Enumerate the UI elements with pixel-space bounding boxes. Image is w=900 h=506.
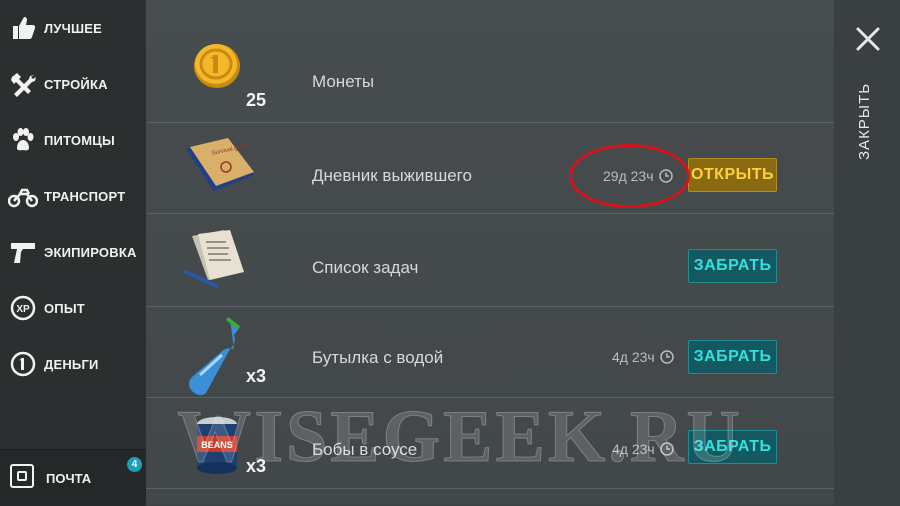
sidebar-item-label: СТРОЙКА (44, 76, 108, 92)
pistol-icon (8, 237, 38, 267)
sidebar-item-label: ОПЫТ (44, 300, 85, 316)
survivor-diary-icon: Survival guide (182, 137, 258, 202)
paw-icon (8, 125, 38, 155)
sidebar-item-experience[interactable]: XP ОПЫТ (8, 290, 144, 326)
beans-can-icon: BEANS (194, 416, 240, 481)
item-title: Бобы в соусе (312, 440, 418, 459)
svg-text:BEANS: BEANS (201, 440, 233, 450)
sidebar-item-label: ЭКИПИРОВКА (44, 244, 137, 260)
sidebar-item-label: ПИТОМЦЫ (44, 132, 115, 148)
list-item: Список задач ЗАБРАТЬ (146, 216, 834, 307)
item-quantity: x3 (246, 456, 267, 476)
sidebar-item-label: ЛУЧШЕЕ (44, 20, 102, 36)
hammer-wrench-icon (8, 69, 38, 99)
task-list-icon (182, 228, 254, 299)
highlight-annotation (569, 144, 690, 208)
sidebar-item-label: ДЕНЬГИ (44, 356, 99, 372)
water-bottle-icon (186, 315, 246, 404)
item-quantity: x3 (246, 366, 267, 386)
list-item: 25 Монеты (146, 32, 834, 123)
item-title: Список задач (312, 258, 419, 277)
claim-button[interactable]: ЗАБРАТЬ (688, 340, 777, 374)
clock-icon (659, 442, 674, 456)
sidebar-item-transport[interactable]: ТРАНСПОРТ (8, 178, 144, 214)
mail-label: ПОЧТА (46, 471, 92, 486)
mail-button[interactable]: ПОЧТА (0, 449, 146, 506)
xp-icon: XP (8, 293, 38, 323)
sidebar-item-equipment[interactable]: ЭКИПИРОВКА (8, 234, 144, 270)
sidebar-item-best[interactable]: ЛУЧШЕЕ (8, 10, 144, 46)
item-title: Дневник выжившего (312, 166, 472, 185)
mail-box-icon (10, 464, 34, 488)
thumbs-up-icon (8, 13, 38, 43)
coin-icon (8, 349, 38, 379)
sidebar-item-label: ТРАНСПОРТ (44, 188, 126, 204)
list-item: BEANS x3 Бобы в соусе 4д 23ч ЗАБРАТЬ (146, 398, 834, 489)
timer-text: 4д 23ч (612, 441, 655, 457)
clock-icon (659, 350, 674, 364)
list-item: Survival guide Дневник выжившего 29д 23ч… (146, 123, 834, 214)
close-x-icon[interactable] (855, 26, 881, 52)
sidebar-item-build[interactable]: СТРОЙКА (8, 66, 144, 102)
svg-text:XP: XP (16, 304, 30, 315)
item-quantity: 25 (246, 90, 267, 110)
item-expiry-timer: 4д 23ч (612, 441, 674, 457)
item-title: Бутылка с водой (312, 348, 444, 367)
list-item: x3 Бутылка с водой 4д 23ч ЗАБРАТЬ (146, 307, 834, 398)
claim-button[interactable]: ЗАБРАТЬ (688, 249, 777, 283)
mail-item-list: 25 Монеты Survival guide Дневник выживше… (146, 0, 834, 505)
category-sidebar: ЛУЧШЕЕ СТРОЙКА ПИТОМЦЫ ТРАНСПОРТ ЭКИПИРО… (0, 0, 146, 505)
sidebar-item-pets[interactable]: ПИТОМЦЫ (8, 122, 144, 158)
close-button[interactable]: ЗАКРЫТЬ (856, 70, 873, 160)
open-button[interactable]: ОТКРЫТЬ (688, 158, 777, 192)
sidebar-item-money[interactable]: ДЕНЬГИ (8, 346, 144, 382)
claim-button[interactable]: ЗАБРАТЬ (688, 430, 777, 464)
motorcycle-icon (8, 181, 38, 211)
mail-count-badge: 4 (127, 457, 142, 472)
timer-text: 4д 23ч (612, 349, 655, 365)
item-expiry-timer: 4д 23ч (612, 349, 674, 365)
gold-coin-icon (192, 40, 242, 95)
item-title: Монеты (312, 72, 375, 91)
